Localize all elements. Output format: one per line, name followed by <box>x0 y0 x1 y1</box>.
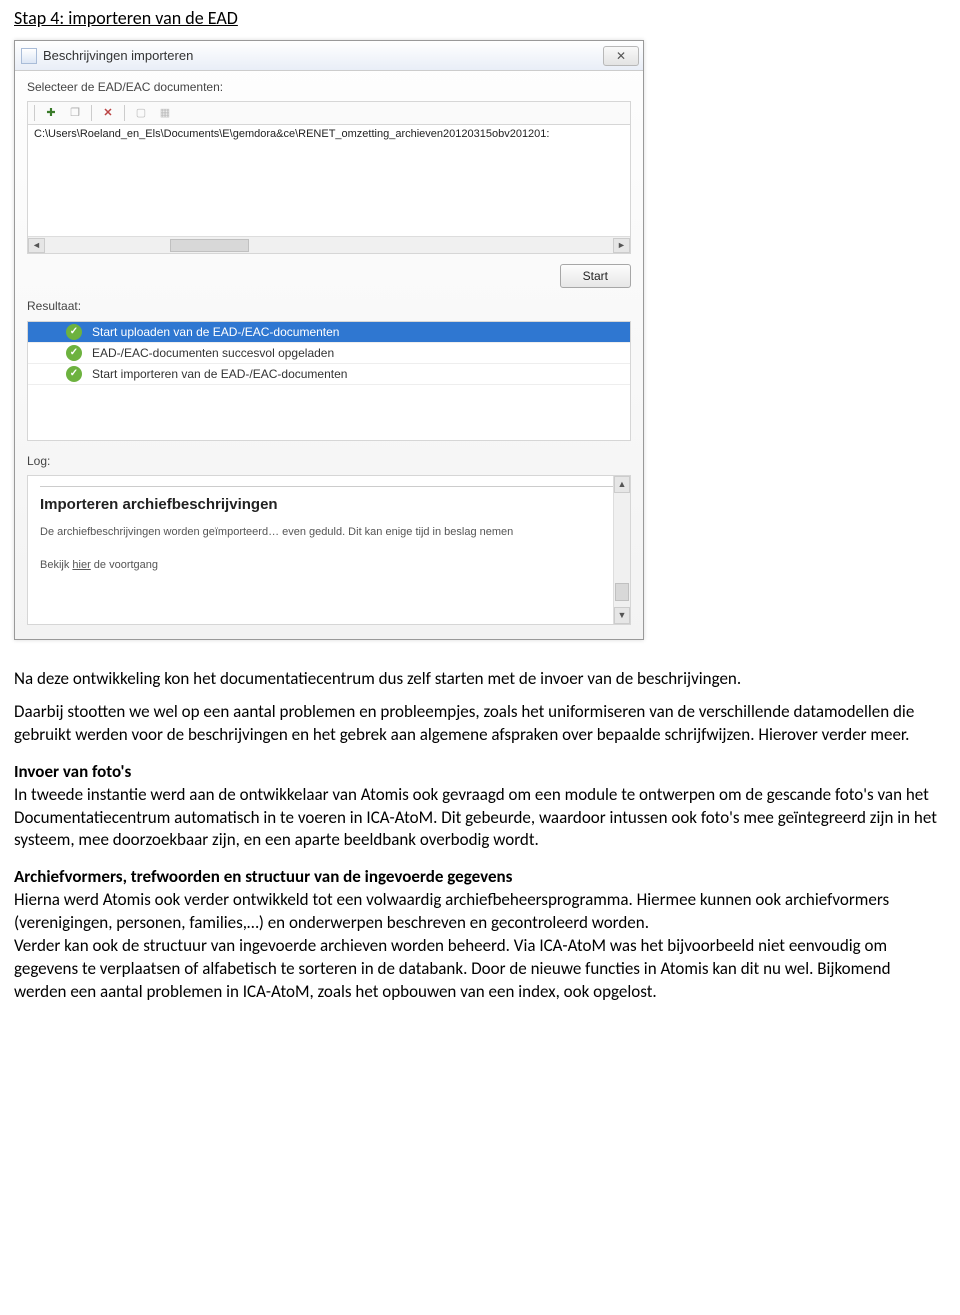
scroll-thumb[interactable] <box>170 239 250 252</box>
progress-link[interactable]: hier <box>72 559 90 571</box>
dialog-title: Beschrijvingen importeren <box>43 47 193 65</box>
paragraph: In tweede instantie werd aan de ontwikke… <box>14 784 946 853</box>
close-icon: ✕ <box>616 48 626 64</box>
paragraph: Hierna werd Atomis ook verder ontwikkeld… <box>14 889 946 935</box>
scroll-left-button[interactable]: ◄ <box>28 238 45 253</box>
toolbar-extra1-button[interactable]: ▢ <box>131 104 151 122</box>
close-button[interactable]: ✕ <box>603 46 639 66</box>
dialog-titlebar: Beschrijvingen importeren ✕ <box>15 41 643 71</box>
paragraph: Verder kan ook de structuur van ingevoer… <box>14 935 946 1004</box>
scroll-right-button[interactable]: ► <box>613 238 630 253</box>
result-row[interactable]: ✓ EAD-/EAC-documenten succesvol opgelade… <box>28 343 630 364</box>
grid-icon: ▦ <box>160 106 170 121</box>
start-button[interactable]: Start <box>560 264 631 288</box>
file-list[interactable]: C:\Users\Roeland_en_Els\Documents\E\gemd… <box>27 124 631 254</box>
delete-icon: ✕ <box>103 106 112 121</box>
scroll-down-button[interactable]: ▼ <box>614 607 630 624</box>
check-icon: ✓ <box>66 324 82 340</box>
add-file-button[interactable]: ✚ <box>41 104 61 122</box>
log-panel: ▲ ▼ Importeren archiefbeschrijvingen De … <box>27 475 631 625</box>
copy-icon: ❐ <box>70 106 80 121</box>
check-icon: ✓ <box>66 345 82 361</box>
file-list-item[interactable]: C:\Users\Roeland_en_Els\Documents\E\gemd… <box>28 125 630 144</box>
log-footer-prefix: Bekijk <box>40 559 72 571</box>
log-heading: Importeren archiefbeschrijvingen <box>40 495 618 515</box>
result-row[interactable]: ✓ Start uploaden van de EAD-/EAC-documen… <box>28 322 630 343</box>
select-documents-label: Selecteer de EAD/EAC documenten: <box>27 79 631 95</box>
paragraph: Daarbij stootten we wel op een aantal pr… <box>14 701 946 747</box>
scroll-track[interactable] <box>45 238 613 253</box>
scroll-thumb[interactable] <box>615 583 629 601</box>
log-footer: Bekijk hier de voortgang <box>40 558 618 573</box>
horizontal-scrollbar[interactable]: ◄ ► <box>28 236 630 253</box>
remove-file-button[interactable]: ✕ <box>98 104 118 122</box>
scroll-track[interactable] <box>614 493 630 607</box>
log-label: Log: <box>27 453 631 469</box>
add-icon: ✚ <box>46 106 55 121</box>
section-heading: Invoer van foto's <box>14 761 946 784</box>
square-icon: ▢ <box>136 106 146 121</box>
app-icon <box>21 48 37 64</box>
result-row[interactable]: ✓ Start importeren van de EAD-/EAC-docum… <box>28 364 630 385</box>
step-heading: Stap 4: importeren van de EAD <box>14 6 946 30</box>
result-label: Resultaat: <box>27 298 631 314</box>
scroll-up-button[interactable]: ▲ <box>614 476 630 493</box>
check-icon: ✓ <box>66 366 82 382</box>
result-text: Start importeren van de EAD-/EAC-documen… <box>92 366 347 382</box>
toolbar-extra2-button[interactable]: ▦ <box>155 104 175 122</box>
vertical-scrollbar[interactable]: ▲ ▼ <box>613 476 630 624</box>
log-footer-suffix: de voortgang <box>91 559 158 571</box>
result-text: Start uploaden van de EAD-/EAC-documente… <box>92 324 339 340</box>
result-text: EAD-/EAC-documenten succesvol opgeladen <box>92 345 334 361</box>
add-multiple-button[interactable]: ❐ <box>65 104 85 122</box>
paragraph: Na deze ontwikkeling kon het documentati… <box>14 668 946 691</box>
file-toolbar: ✚ ❐ ✕ ▢ ▦ <box>27 101 631 124</box>
log-status-text: De archiefbeschrijvingen worden geïmport… <box>40 525 618 540</box>
result-list: ✓ Start uploaden van de EAD-/EAC-documen… <box>27 321 631 441</box>
section-heading: Archiefvormers, trefwoorden en structuur… <box>14 866 946 889</box>
import-dialog: Beschrijvingen importeren ✕ Selecteer de… <box>14 40 644 640</box>
